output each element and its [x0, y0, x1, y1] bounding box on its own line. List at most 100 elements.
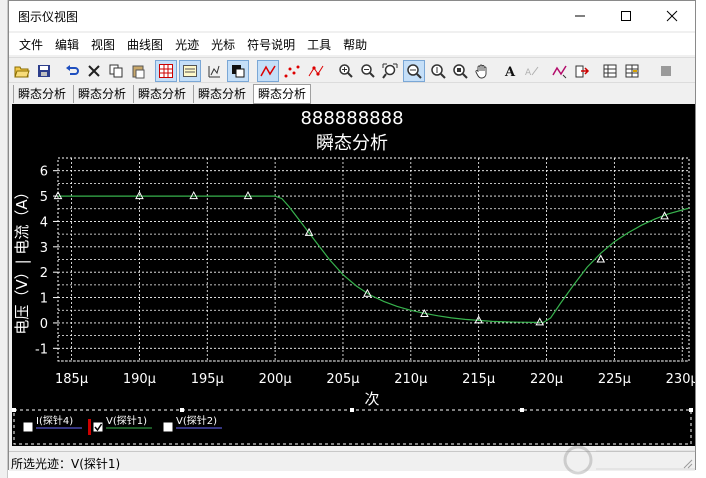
grid-button[interactable] — [155, 60, 177, 82]
undo-button[interactable] — [61, 60, 83, 82]
y-axis-label: 电压（V）| 电流（A） — [13, 184, 31, 334]
close-button[interactable] — [649, 1, 695, 31]
zoom-fit-button[interactable] — [379, 60, 401, 82]
maximize-button[interactable] — [603, 1, 649, 31]
import-button[interactable] — [599, 60, 621, 82]
tab-transient-4[interactable]: 瞬态分析 — [193, 85, 250, 103]
legend-resize-handle — [180, 408, 184, 412]
copy-icon — [109, 64, 123, 78]
menu-bar: 文件 编辑 视图 曲线图 光迹 光标 符号说明 工具 帮助 — [9, 33, 695, 55]
legend-resize-handle — [350, 408, 354, 412]
y-tick-label: 1 — [40, 292, 48, 307]
grapher-window: 图示仪视图 文件 编辑 视图 曲线图 光迹 光标 符号说明 工具 帮助 A A … — [8, 0, 699, 471]
tab-transient-5[interactable]: 瞬态分析 — [253, 84, 312, 104]
x-tick-label: 200µ — [259, 372, 292, 387]
pan-button[interactable] — [471, 60, 493, 82]
y-tick-label: 4 — [40, 215, 48, 230]
black-background-button[interactable] — [227, 60, 249, 82]
y-tick-label: 0 — [40, 317, 48, 332]
legend-resize-handle — [689, 408, 693, 412]
zoom-out-button[interactable] — [357, 60, 379, 82]
menu-graph[interactable]: 曲线图 — [121, 34, 169, 55]
plot-area[interactable]: 888888888 瞬态分析 6 5 4 3 2 1 0 -1 185µ 190µ 195µ 200µ 20… — [12, 104, 699, 446]
x-tick-label: 195µ — [191, 372, 224, 387]
black-background-icon — [232, 65, 245, 78]
line-trace-icon — [260, 65, 276, 77]
y-tick-label: 2 — [40, 266, 48, 281]
table-icon — [625, 64, 639, 78]
legend-checkbox — [163, 422, 173, 432]
zoom-in-icon — [339, 64, 353, 78]
paste-button[interactable] — [127, 60, 149, 82]
title-bar[interactable]: 图示仪视图 — [9, 1, 695, 31]
text-button[interactable]: A — [499, 60, 521, 82]
chart-subtitle: 瞬态分析 — [316, 133, 388, 154]
export-icon — [575, 65, 590, 78]
y-tick-label: 5 — [40, 190, 48, 205]
minimize-button[interactable] — [557, 1, 603, 31]
delete-icon — [88, 65, 100, 77]
save-button[interactable] — [33, 60, 55, 82]
legend-entry-label: I(探针4) — [36, 414, 73, 427]
chart-title: 888888888 — [300, 108, 403, 129]
background-window-edge-left — [0, 0, 8, 478]
toolbar: A A — [9, 57, 695, 83]
series-line — [58, 195, 690, 324]
zoom-x-button[interactable] — [403, 60, 425, 82]
table-button[interactable] — [621, 60, 643, 82]
zoom-y-button[interactable] — [427, 60, 449, 82]
x-tick-label: 230µ — [666, 372, 695, 387]
pan-hand-icon — [475, 64, 487, 79]
maximize-icon — [621, 11, 631, 21]
x-axis-label: 次 — [364, 390, 379, 408]
close-icon — [666, 10, 678, 22]
menu-edit[interactable]: 编辑 — [49, 34, 85, 55]
zoom-out-icon — [361, 64, 375, 78]
zoom-xy-button[interactable] — [449, 60, 471, 82]
transient-chart[interactable]: 888888888 瞬态分析 6 5 4 3 2 1 0 -1 185µ 190µ 195µ 200µ 20… — [12, 104, 699, 446]
legend-entry-label: V(探针2) — [176, 414, 217, 427]
zoom-xy-icon — [453, 64, 468, 79]
legend-icon — [183, 65, 197, 77]
tab-transient-3[interactable]: 瞬态分析 — [133, 85, 190, 103]
watermark-logo — [563, 445, 696, 475]
tab-transient-2[interactable]: 瞬态分析 — [73, 85, 130, 103]
y-tick-label: -1 — [35, 342, 48, 357]
svg-text:A: A — [525, 68, 532, 78]
svg-text:A: A — [504, 65, 516, 79]
menu-cursor[interactable]: 光标 — [205, 34, 241, 55]
delete-button[interactable] — [83, 60, 105, 82]
y-tick-label: 6 — [40, 165, 48, 180]
line-dots-icon — [308, 65, 324, 77]
zoom-in-button[interactable] — [335, 60, 357, 82]
x-tick-label: 220µ — [530, 372, 563, 387]
x-tick-label: 190µ — [123, 372, 156, 387]
tab-transient-1[interactable]: 瞬态分析 — [13, 85, 70, 103]
menu-tools[interactable]: 工具 — [301, 34, 337, 55]
menu-view[interactable]: 视图 — [85, 34, 121, 55]
x-tick-label: 185µ — [55, 372, 88, 387]
menu-legend[interactable]: 符号说明 — [241, 34, 301, 55]
export-button[interactable] — [571, 60, 593, 82]
menu-trace[interactable]: 光迹 — [169, 34, 205, 55]
dots-icon — [284, 65, 300, 78]
x-tick-label: 210µ — [394, 372, 427, 387]
stop-button[interactable] — [655, 60, 677, 82]
peak-marker-button[interactable] — [549, 60, 571, 82]
text-disabled-button[interactable]: A — [521, 60, 543, 82]
background-window-edge-right — [696, 0, 706, 478]
copy-button[interactable] — [105, 60, 127, 82]
peak-marker-icon — [552, 65, 567, 79]
line-dots-button[interactable] — [305, 60, 327, 82]
open-folder-icon — [14, 66, 30, 78]
grid-icon — [159, 64, 173, 78]
line-trace-button[interactable] — [257, 60, 279, 82]
menu-help[interactable]: 帮助 — [337, 34, 373, 55]
open-button[interactable] — [11, 60, 33, 82]
legend-entry-label: V(探针1) — [106, 414, 147, 427]
save-icon — [38, 65, 50, 77]
menu-file[interactable]: 文件 — [13, 34, 49, 55]
cursor-pair-button[interactable] — [203, 60, 225, 82]
dots-button[interactable] — [281, 60, 303, 82]
legend-button[interactable] — [179, 60, 201, 82]
